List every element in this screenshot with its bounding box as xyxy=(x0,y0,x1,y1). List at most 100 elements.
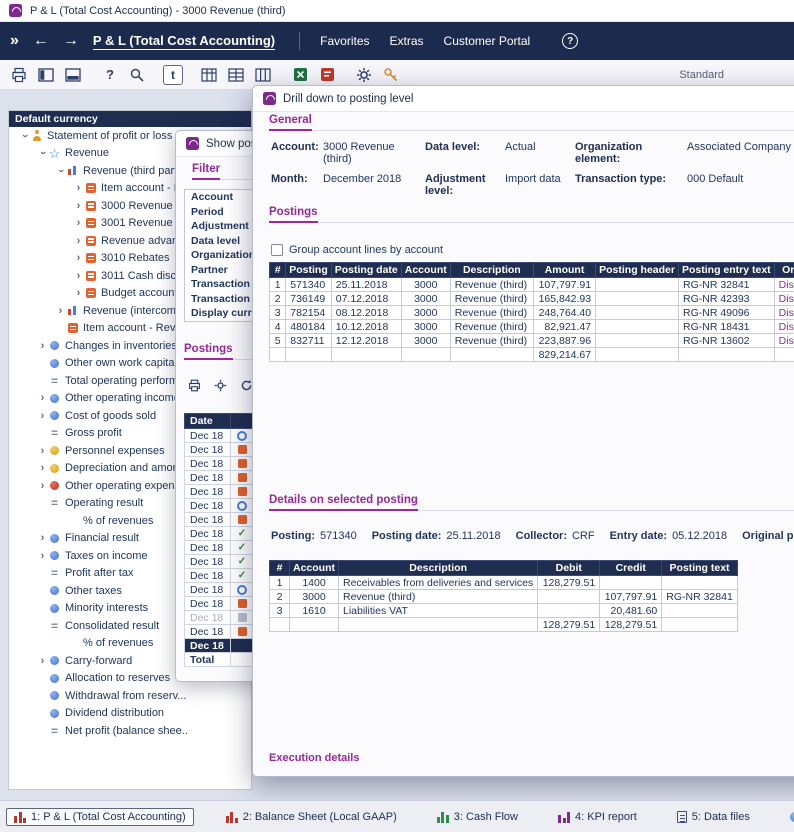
columns-view-icon[interactable] xyxy=(252,64,274,86)
layout-bottom-panel-icon[interactable] xyxy=(62,64,84,86)
tree-item[interactable]: % of revenues xyxy=(9,512,189,530)
text-tool-icon[interactable]: t xyxy=(163,65,183,85)
forward-arrow-icon[interactable]: → xyxy=(63,32,79,50)
display-original-link[interactable]: Display o... xyxy=(774,306,794,320)
expand-arrow-icon[interactable] xyxy=(73,182,84,194)
tree-item[interactable]: Consolidated result xyxy=(9,617,189,635)
dialog-titlebar[interactable]: Drill down to posting level xyxy=(253,86,794,112)
taskbar-tab[interactable]: 4: KPI report xyxy=(550,808,645,826)
posting-row[interactable]: 5 832711 12.12.2018 3000 Revenue (third)… xyxy=(270,334,794,348)
tree-item[interactable]: Other operating expens... xyxy=(9,477,189,495)
tree-item[interactable]: Budget account -... xyxy=(9,285,189,303)
execution-details-link[interactable]: Execution details xyxy=(269,752,359,764)
expand-arrow-icon[interactable] xyxy=(73,235,84,247)
tree-item[interactable]: Item account - Re... xyxy=(9,180,189,198)
tree-item[interactable]: 3010 Rebates xyxy=(9,250,189,268)
expand-arrow-icon[interactable] xyxy=(73,200,84,212)
taskbar-tab[interactable]: 5: Data files xyxy=(669,808,758,826)
tree-item[interactable]: Depreciation and amort... xyxy=(9,460,189,478)
tree-item[interactable]: Dividend distribution xyxy=(9,705,189,723)
expand-arrow-icon[interactable] xyxy=(37,340,48,352)
tree-item[interactable]: Withdrawal from reserv... xyxy=(9,687,189,705)
expand-arrow-icon[interactable] xyxy=(73,270,84,282)
tree-item[interactable]: Cost of goods sold xyxy=(9,407,189,425)
tree-item[interactable]: Financial result xyxy=(9,530,189,548)
print-icon[interactable] xyxy=(186,377,202,393)
tree-item[interactable]: Item account - Reve... xyxy=(9,320,189,338)
settings-gear-icon[interactable] xyxy=(212,377,228,393)
tree-item[interactable]: 3000 Revenue (th... xyxy=(9,197,189,215)
help-circle-icon[interactable]: ? xyxy=(562,33,578,49)
tree-item[interactable]: Other taxes xyxy=(9,582,189,600)
settings-gear-icon[interactable] xyxy=(353,64,375,86)
tree-item[interactable]: Statement of profit or loss xyxy=(9,127,189,145)
expand-arrow-icon[interactable] xyxy=(19,130,30,142)
expand-arrow-icon[interactable] xyxy=(37,550,48,562)
tree-item[interactable]: Net profit (balance shee... xyxy=(9,722,189,740)
tree-item[interactable]: Profit after tax xyxy=(9,565,189,583)
tree-item[interactable]: Gross profit xyxy=(9,425,189,443)
display-original-link[interactable]: Display o... xyxy=(774,292,794,306)
display-original-link[interactable]: Display o... xyxy=(774,320,794,334)
expand-arrow-icon[interactable] xyxy=(73,287,84,299)
tree-item[interactable]: % of revenues xyxy=(9,635,189,653)
expand-arrow-icon[interactable] xyxy=(37,462,48,474)
tree-item[interactable]: Personnel expenses xyxy=(9,442,189,460)
menu-extras[interactable]: Extras xyxy=(390,34,424,48)
tree-item[interactable]: Operating result xyxy=(9,495,189,513)
collapse-sidebar-icon[interactable]: » xyxy=(10,32,19,50)
layout-left-panel-icon[interactable] xyxy=(35,64,57,86)
expand-arrow-icon[interactable] xyxy=(55,305,66,317)
posting-row[interactable]: 4 480184 10.12.2018 3000 Revenue (third)… xyxy=(270,320,794,334)
tree-item[interactable]: Changes in inventories xyxy=(9,337,189,355)
menu-favorites[interactable]: Favorites xyxy=(320,34,369,48)
detail-row[interactable]: 1 1400 Receivables from deliveries and s… xyxy=(270,576,738,590)
tree-item[interactable]: 3001 Revenue (fo... xyxy=(9,215,189,233)
tree-item[interactable]: Total operating perform... xyxy=(9,372,189,390)
back-arrow-icon[interactable]: ← xyxy=(33,32,49,50)
excel-export-icon[interactable] xyxy=(289,64,311,86)
tree-item[interactable]: Revenue (third party) xyxy=(9,162,189,180)
expand-arrow-icon[interactable] xyxy=(37,147,48,159)
expand-arrow-icon[interactable] xyxy=(37,392,48,404)
taskbar-tab[interactable]: 1: P & L (Total Cost Accounting) xyxy=(6,808,194,826)
tree-item[interactable]: 3011 Cash discou... xyxy=(9,267,189,285)
detail-row[interactable]: 2 3000 Revenue (third) 107,797.91 RG-NR … xyxy=(270,590,738,604)
display-original-link[interactable]: Display o... xyxy=(774,278,794,292)
table-view-icon[interactable] xyxy=(198,64,220,86)
expand-arrow-icon[interactable] xyxy=(55,165,66,177)
tree-item[interactable]: Revenue (intercomp... xyxy=(9,302,189,320)
tree-item[interactable]: Other own work capital... xyxy=(9,355,189,373)
display-original-link[interactable]: Display o... xyxy=(774,334,794,348)
expand-arrow-icon[interactable] xyxy=(37,445,48,457)
tree-item[interactable]: Carry-forward xyxy=(9,652,189,670)
detail-row[interactable]: 3 1610 Liabilities VAT 20,481.60 xyxy=(270,604,738,618)
pdf-export-icon[interactable] xyxy=(316,64,338,86)
expand-arrow-icon[interactable] xyxy=(37,480,48,492)
expand-arrow-icon[interactable] xyxy=(37,532,48,544)
layout-preset-label[interactable]: Standard xyxy=(679,69,724,81)
tree-item[interactable]: Minority interests xyxy=(9,600,189,618)
posting-row[interactable]: 3 782154 08.12.2018 3000 Revenue (third)… xyxy=(270,306,794,320)
tree-item[interactable]: Taxes on income xyxy=(9,547,189,565)
taskbar-tab[interactable]: 6: Other own work capit... xyxy=(782,808,794,826)
checkbox-box[interactable] xyxy=(271,244,283,256)
expand-arrow-icon[interactable] xyxy=(37,655,48,667)
taskbar-tab[interactable]: 3: Cash Flow xyxy=(429,808,526,826)
grid-view-icon[interactable] xyxy=(225,64,247,86)
posting-row[interactable]: 1 571340 25.11.2018 3000 Revenue (third)… xyxy=(270,278,794,292)
expand-arrow-icon[interactable] xyxy=(73,217,84,229)
expand-arrow-icon[interactable] xyxy=(37,410,48,422)
current-view-title[interactable]: P & L (Total Cost Accounting) xyxy=(93,33,275,50)
taskbar-tab[interactable]: 2: Balance Sheet (Local GAAP) xyxy=(218,808,405,826)
tree-item[interactable]: Other operating income xyxy=(9,390,189,408)
expand-arrow-icon[interactable] xyxy=(73,252,84,264)
key-icon[interactable] xyxy=(380,64,402,86)
tree-item[interactable]: Revenue xyxy=(9,145,189,163)
menu-customer-portal[interactable]: Customer Portal xyxy=(444,34,531,48)
tree-item[interactable]: Allocation to reserves xyxy=(9,670,189,688)
tree-item[interactable]: Revenue advance... xyxy=(9,232,189,250)
print-icon[interactable] xyxy=(8,64,30,86)
help-icon[interactable]: ? xyxy=(99,64,121,86)
posting-row[interactable]: 2 736149 07.12.2018 3000 Revenue (third)… xyxy=(270,292,794,306)
